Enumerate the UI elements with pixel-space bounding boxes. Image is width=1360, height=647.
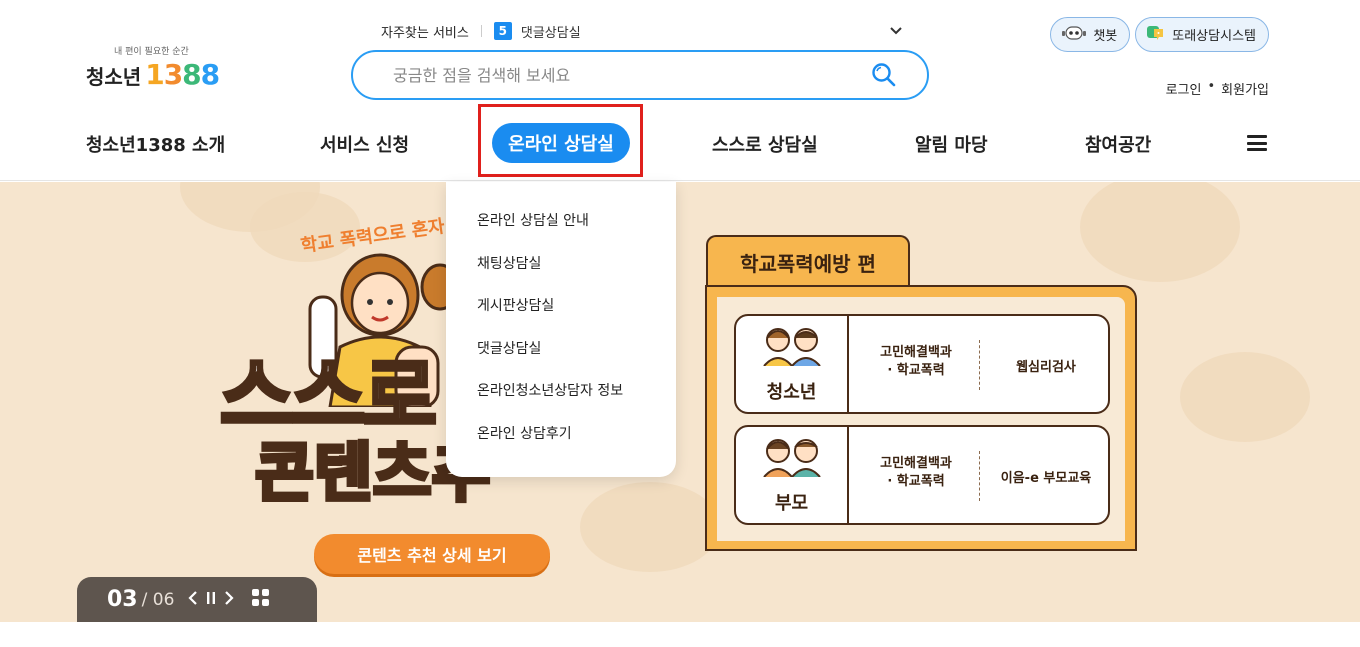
page: 내 편이 필요한 순간 청소년 1388 자주찾는 서비스 5 댓글상담실 챗봇	[0, 0, 1360, 647]
auth-separator: •	[1207, 79, 1216, 94]
card-guide-topic: · 학교폭력	[887, 363, 945, 378]
submenu-item-reviews[interactable]: 온라인 상담후기	[446, 423, 676, 466]
web-psych-test-link[interactable]: 웹심리검사	[980, 356, 1108, 375]
parent-card[interactable]: 부모 고민해결백과 · 학교폭력 이음-e 부모교육	[734, 425, 1110, 525]
popular-services-ticker[interactable]: 자주찾는 서비스 5 댓글상담실	[381, 20, 903, 42]
cloud-decoration	[580, 482, 720, 572]
grid-icon[interactable]	[252, 589, 270, 610]
main-navigation: 청소년1388 소개 서비스 신청 온라인 상담실 스스로 상담실 알림 마당 …	[0, 104, 1360, 181]
current-slide: 03	[107, 587, 138, 612]
nav-item-service-request[interactable]: 서비스 신청	[320, 131, 409, 157]
submenu-item-chat[interactable]: 채팅상담실	[446, 253, 676, 296]
hero-banner[interactable]: 학교 폭력으로 혼자 스스로 콘텐츠추 콘텐츠 추천 상세 보기 학교폭력예방 …	[0, 182, 1360, 622]
card-guide-title[interactable]: 고민해결백과	[851, 344, 981, 362]
content-detail-button[interactable]: 콘텐츠 추천 상세 보기	[314, 534, 550, 574]
top-utility-buttons: 챗봇 또래상담시스템	[1050, 17, 1269, 52]
logo-number: 1388	[145, 58, 220, 91]
nav-item-notices[interactable]: 알림 마당	[915, 131, 988, 157]
chatbot-label: 챗봇	[1093, 29, 1118, 44]
parent-label: 부모	[774, 493, 809, 514]
youth-card[interactable]: 청소년 고민해결백과 · 학교폭력 웹심리검사	[734, 314, 1110, 414]
search-icon[interactable]	[871, 62, 897, 88]
signup-link[interactable]: 회원가입	[1221, 79, 1269, 98]
slide-pager: 03 / 06	[77, 577, 317, 622]
nav-item-about[interactable]: 청소년1388 소개	[86, 131, 225, 157]
parent-education-link[interactable]: 이음-e 부모교육	[980, 467, 1108, 486]
popular-rank-badge: 5	[493, 22, 512, 40]
login-link[interactable]: 로그인	[1166, 79, 1202, 98]
nav-item-participation[interactable]: 참여공간	[1085, 131, 1151, 157]
chevron-right-icon[interactable]	[224, 590, 234, 610]
parents-icon	[763, 439, 821, 477]
chevron-down-icon[interactable]	[889, 24, 903, 38]
pager-separator: /	[141, 589, 148, 610]
youth-label: 청소년	[766, 382, 817, 403]
cloud-decoration	[1080, 182, 1240, 282]
panel-title: 학교폭력예방 편	[706, 235, 910, 287]
nav-item-self-counseling[interactable]: 스스로 상담실	[712, 131, 818, 157]
chatbot-button[interactable]: 챗봇	[1050, 17, 1131, 52]
peer-counseling-icon	[1146, 24, 1166, 46]
submenu-item-guide[interactable]: 온라인 상담실 안내	[446, 210, 676, 253]
submenu-item-counselor-info[interactable]: 온라인청소년상담자 정보	[446, 380, 676, 423]
total-slides: 06	[152, 589, 175, 610]
peer-counseling-label: 또래상담시스템	[1172, 29, 1256, 44]
submenu-item-board[interactable]: 게시판상담실	[446, 295, 676, 338]
auth-links: 로그인 • 회원가입	[1166, 79, 1269, 98]
youth-kids-icon	[763, 328, 821, 366]
peer-counseling-button[interactable]: 또래상담시스템	[1135, 17, 1269, 52]
divider	[480, 25, 482, 37]
nav-item-online-counseling[interactable]: 온라인 상담실	[492, 123, 630, 163]
robot-icon	[1061, 24, 1087, 46]
cloud-decoration	[1180, 352, 1310, 442]
card-guide-title[interactable]: 고민해결백과	[851, 455, 981, 473]
popular-service-item[interactable]: 댓글상담실	[521, 22, 889, 41]
search-bar	[351, 50, 929, 100]
logo-name: 청소년	[86, 65, 142, 89]
search-input[interactable]	[393, 65, 887, 85]
popular-services-label: 자주찾는 서비스	[381, 25, 469, 41]
chevron-left-icon[interactable]	[188, 590, 198, 610]
logo-tagline: 내 편이 필요한 순간	[114, 47, 189, 57]
menu-icon[interactable]	[1247, 135, 1267, 151]
prevention-panel: 청소년 고민해결백과 · 학교폭력 웹심리검사 부모 고민해결백과 · 학교폭력…	[705, 285, 1137, 551]
online-counseling-submenu: 온라인 상담실 안내 채팅상담실 게시판상담실 댓글상담실 온라인청소년상담자 …	[446, 182, 676, 477]
pause-icon[interactable]	[206, 590, 216, 610]
submenu-item-comment[interactable]: 댓글상담실	[446, 338, 676, 381]
card-guide-topic: · 학교폭력	[887, 474, 945, 489]
